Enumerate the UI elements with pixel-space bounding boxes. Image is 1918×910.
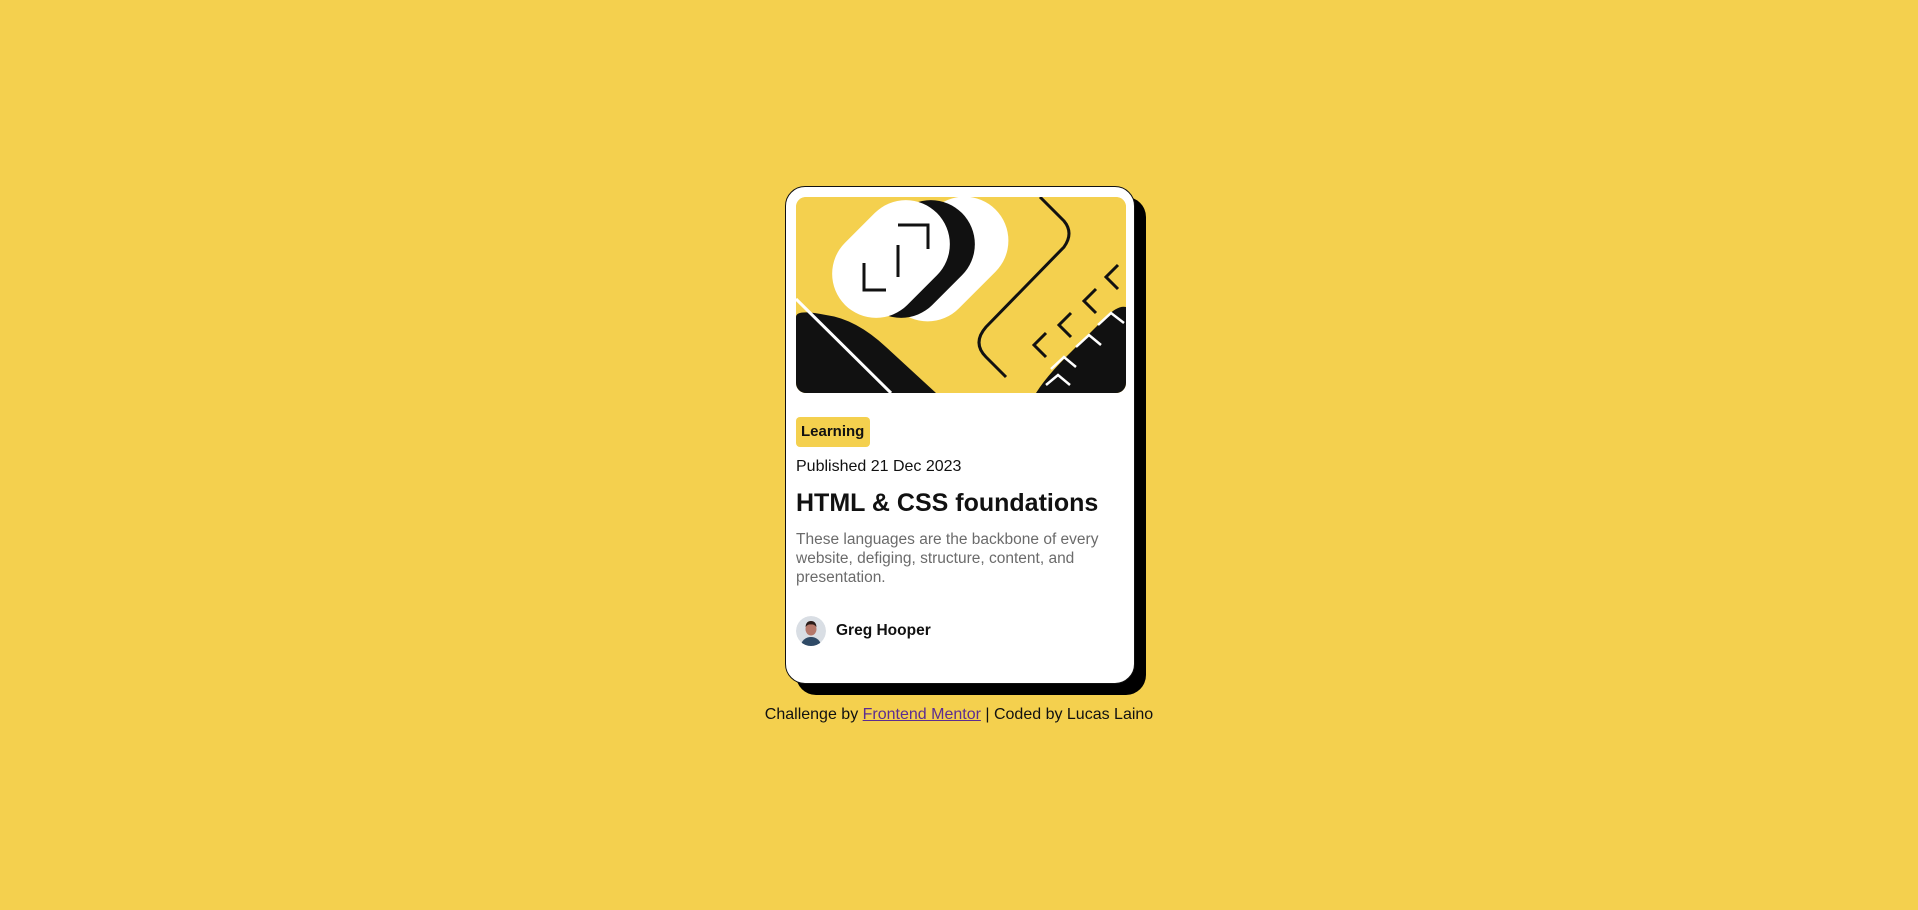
article-illustration-image <box>796 197 1126 393</box>
published-date: Published 21 Dec 2023 <box>796 458 962 475</box>
attribution-prefix: Challenge by <box>764 706 863 723</box>
blog-preview-card: Learning Published 21 Dec 2023 HTML & CS… <box>785 186 1135 684</box>
category-tag: Learning <box>796 417 871 447</box>
avatar <box>796 616 826 646</box>
article-description: These languages are the backbone of ever… <box>796 531 1099 586</box>
attribution: Challenge by Frontend Mentor | Coded by … <box>0 706 1918 724</box>
frontend-mentor-link[interactable]: Frontend Mentor <box>863 706 981 723</box>
article-title[interactable]: HTML & CSS foundations <box>796 488 1124 518</box>
author-name: Greg Hooper <box>836 622 931 639</box>
author: Greg Hooper <box>796 616 1124 646</box>
attribution-suffix: | Coded by Lucas Laino <box>980 706 1154 723</box>
